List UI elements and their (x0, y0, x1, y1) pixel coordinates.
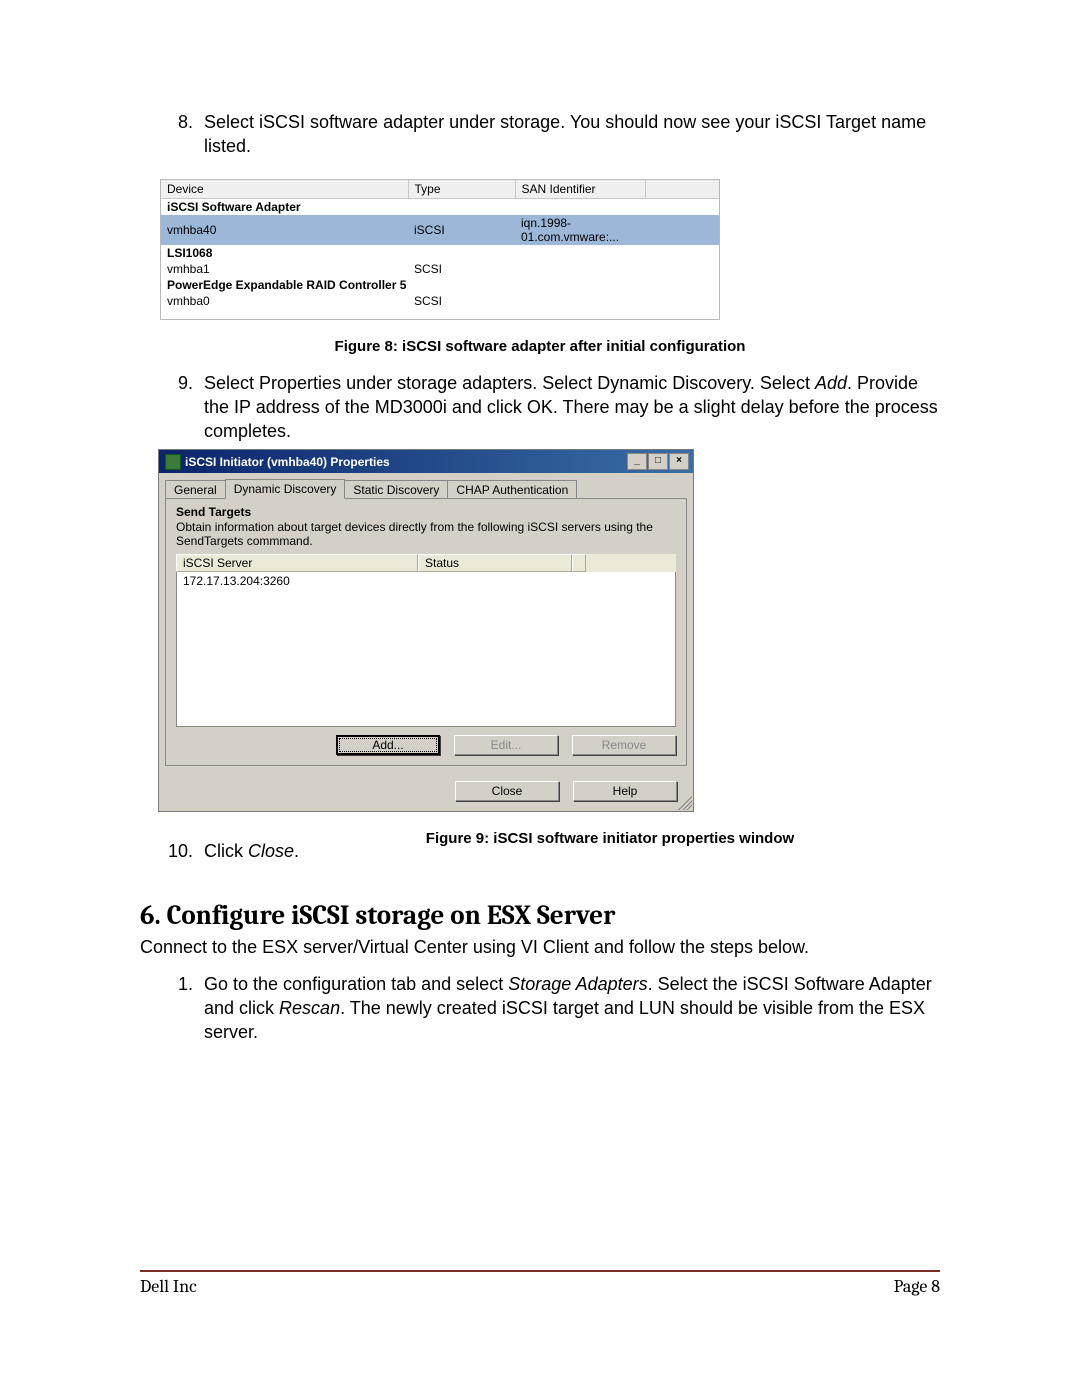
cell-device: vmhba40 (161, 215, 408, 245)
table-group: PowerEdge Expandable RAID Controller 5 (161, 277, 719, 293)
cell-device: vmhba0 (161, 293, 408, 309)
s6s1-i2: Rescan (279, 998, 340, 1018)
dialog-titlebar[interactable]: iSCSI Initiator (vmhba40) Properties _ □… (159, 450, 693, 473)
col-san: SAN Identifier (515, 180, 645, 199)
section-6-intro: Connect to the ESX server/Virtual Center… (140, 937, 940, 958)
cell-type: SCSI (408, 293, 515, 309)
step-9-add: Add (815, 373, 847, 393)
table-row[interactable]: vmhba1 SCSI (161, 261, 719, 277)
cell-san: iqn.1998-01.com.vmware:... (515, 215, 645, 245)
step-8: Select iSCSI software adapter under stor… (198, 110, 940, 159)
group-name: PowerEdge Expandable RAID Controller 5 (161, 277, 719, 293)
tab-dynamic-discovery[interactable]: Dynamic Discovery (225, 479, 346, 499)
add-button[interactable]: Add... (336, 735, 440, 755)
step-10-close: Close (248, 841, 294, 861)
tab-content: Send Targets Obtain information about ta… (165, 498, 687, 766)
remove-button: Remove (572, 735, 676, 755)
cell-san (515, 261, 645, 277)
table-row[interactable]: vmhba0 SCSI (161, 293, 719, 309)
step-9: Select Properties under storage adapters… (198, 371, 940, 444)
list-header: iSCSI Server Status (176, 554, 676, 572)
edit-button: Edit... (454, 735, 558, 755)
help-button[interactable]: Help (573, 781, 677, 801)
figure-8-table: Device Type SAN Identifier iSCSI Softwar… (160, 179, 720, 320)
col-device: Device (161, 180, 408, 199)
resize-grip-icon[interactable] (678, 796, 692, 810)
step-9-text-a: Select Properties under storage adapters… (204, 373, 815, 393)
s6s1-i1: Storage Adapters (508, 974, 647, 994)
cell-type: iSCSI (408, 215, 515, 245)
cell-san (515, 293, 645, 309)
dialog-title: iSCSI Initiator (vmhba40) Properties (185, 455, 390, 469)
section-6-step-1: Go to the configuration tab and select S… (198, 972, 940, 1045)
step-10-text-a: Click (204, 841, 248, 861)
close-icon[interactable]: × (669, 453, 689, 470)
page-footer: Dell Inc Page 8 (140, 1270, 940, 1297)
close-button[interactable]: Close (455, 781, 559, 801)
table-group: iSCSI Software Adapter (161, 198, 719, 215)
col-blank (572, 554, 586, 572)
col-status[interactable]: Status (418, 554, 572, 572)
step-8-text: Select iSCSI software adapter under stor… (204, 112, 926, 156)
group-name: iSCSI Software Adapter (161, 198, 719, 215)
footer-right: Page 8 (894, 1276, 940, 1297)
table-row[interactable]: vmhba40 iSCSI iqn.1998-01.com.vmware:... (161, 215, 719, 245)
send-targets-desc: Obtain information about target devices … (176, 520, 676, 548)
col-iscsi-server[interactable]: iSCSI Server (176, 554, 418, 572)
iscsi-initiator-properties-dialog: iSCSI Initiator (vmhba40) Properties _ □… (158, 449, 694, 812)
step-10-text-b: . (294, 841, 299, 861)
maximize-button[interactable]: □ (648, 453, 668, 470)
col-empty (645, 180, 719, 199)
send-targets-list[interactable]: 172.17.13.204:3260 (176, 572, 676, 727)
tab-general[interactable]: General (165, 480, 226, 500)
minimize-button[interactable]: _ (627, 453, 647, 470)
group-name: LSI1068 (161, 245, 719, 261)
dialog-icon (165, 454, 181, 470)
table-group: LSI1068 (161, 245, 719, 261)
cell-device: vmhba1 (161, 261, 408, 277)
list-item[interactable]: 172.17.13.204:3260 (183, 574, 669, 588)
figure-8-caption: Figure 8: iSCSI software adapter after i… (140, 338, 940, 355)
send-targets-title: Send Targets (176, 505, 676, 519)
section-6-title: 6. Configure iSCSI storage on ESX Server (140, 900, 940, 931)
tab-static-discovery[interactable]: Static Discovery (344, 480, 448, 500)
cell-type: SCSI (408, 261, 515, 277)
footer-rule (140, 1270, 940, 1272)
dialog-tabs: General Dynamic Discovery Static Discove… (159, 473, 693, 499)
tab-chap-authentication[interactable]: CHAP Authentication (447, 480, 577, 500)
footer-left: Dell Inc (140, 1276, 197, 1297)
table-header-row: Device Type SAN Identifier (161, 180, 719, 199)
col-type: Type (408, 180, 515, 199)
s6s1-a: Go to the configuration tab and select (204, 974, 508, 994)
